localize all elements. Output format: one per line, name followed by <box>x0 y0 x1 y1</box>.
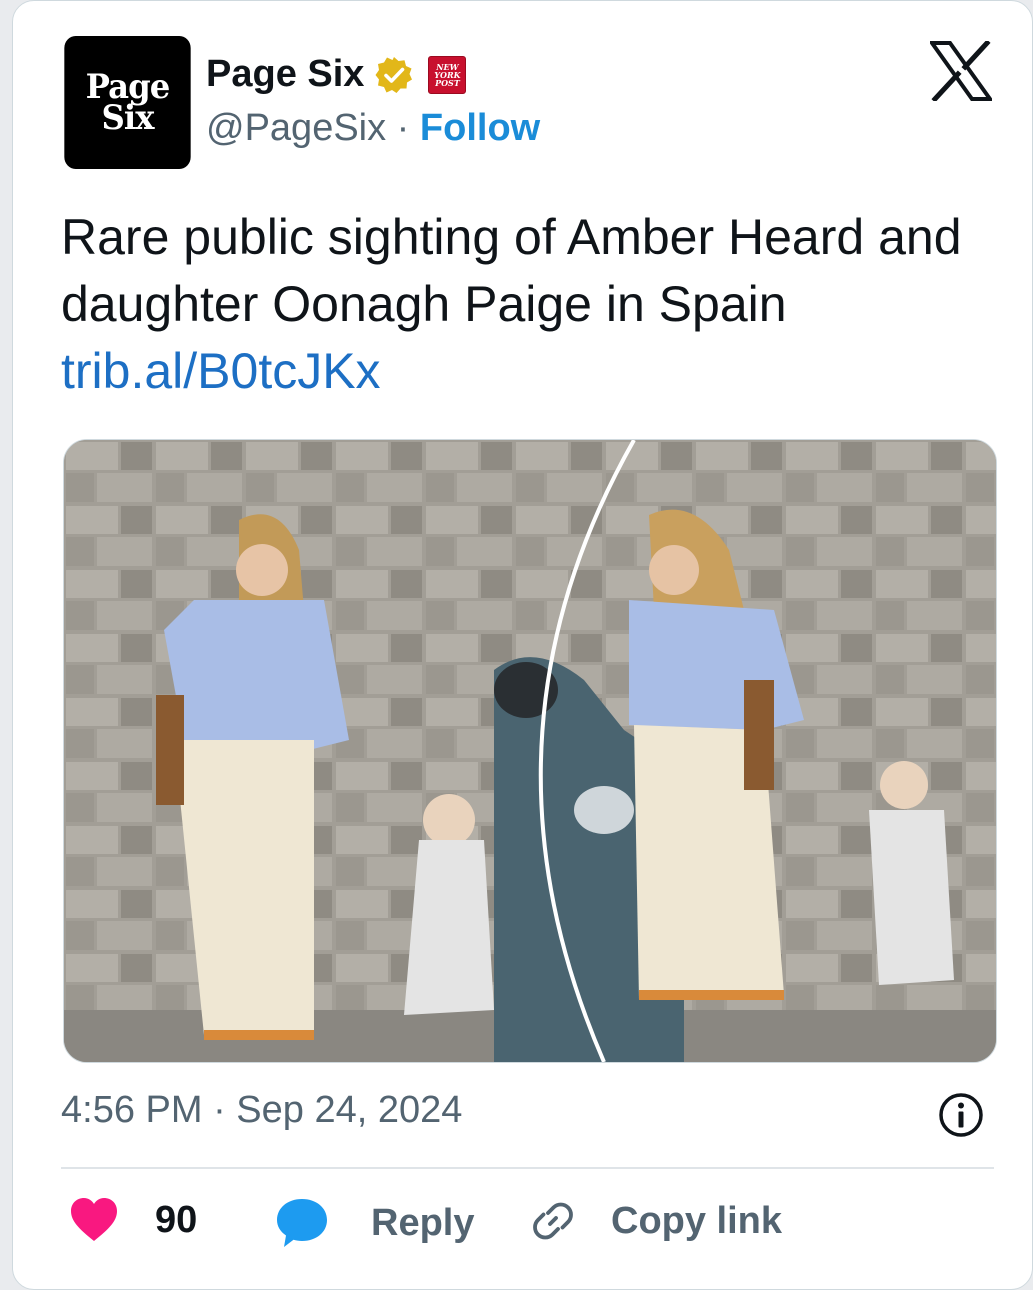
info-icon[interactable] <box>937 1091 985 1139</box>
author-name-row: Page Six NEW YORK POST <box>206 53 467 96</box>
copy-link-button[interactable]: Copy link <box>529 1197 782 1245</box>
follow-button[interactable]: Follow <box>420 107 540 149</box>
tweet-body: Rare public sighting of Amber Heard and … <box>61 209 962 332</box>
tweet-text: Rare public sighting of Amber Heard and … <box>61 204 981 405</box>
copy-link-label: Copy link <box>611 1199 783 1242</box>
like-button[interactable]: 90 <box>69 1197 197 1243</box>
divider <box>61 1167 994 1169</box>
separator: · <box>386 107 420 149</box>
avatar[interactable]: Page Six <box>64 36 191 169</box>
heart-icon <box>71 1198 117 1241</box>
action-bar: 90 Reply Copy link <box>61 1197 991 1257</box>
like-count: 90 <box>155 1198 198 1241</box>
handle-row: @PageSix · Follow <box>206 107 540 150</box>
reply-bubble-icon <box>277 1199 327 1247</box>
tweet-link[interactable]: trib.al/B0tcJKx <box>61 338 981 405</box>
media-photo <box>64 440 996 1062</box>
x-logo-icon[interactable] <box>930 41 992 101</box>
avatar-text-line2: Six <box>101 97 154 138</box>
affiliate-badge-line3: POST <box>435 77 460 88</box>
author-name[interactable]: Page Six <box>206 53 364 96</box>
author-handle[interactable]: @PageSix <box>206 107 386 149</box>
tweet-card: Page Six Page Six NEW YORK POST @PageSix… <box>12 0 1033 1290</box>
reply-label: Reply <box>371 1201 475 1244</box>
reply-button[interactable]: Reply <box>275 1197 474 1249</box>
tweet-media-image[interactable] <box>63 439 997 1063</box>
verified-badge-icon <box>375 56 413 93</box>
affiliate-badge[interactable]: NEW YORK POST <box>428 55 467 94</box>
link-icon <box>533 1202 573 1240</box>
tweet-timestamp[interactable]: 4:56 PM · Sep 24, 2024 <box>61 1089 462 1132</box>
